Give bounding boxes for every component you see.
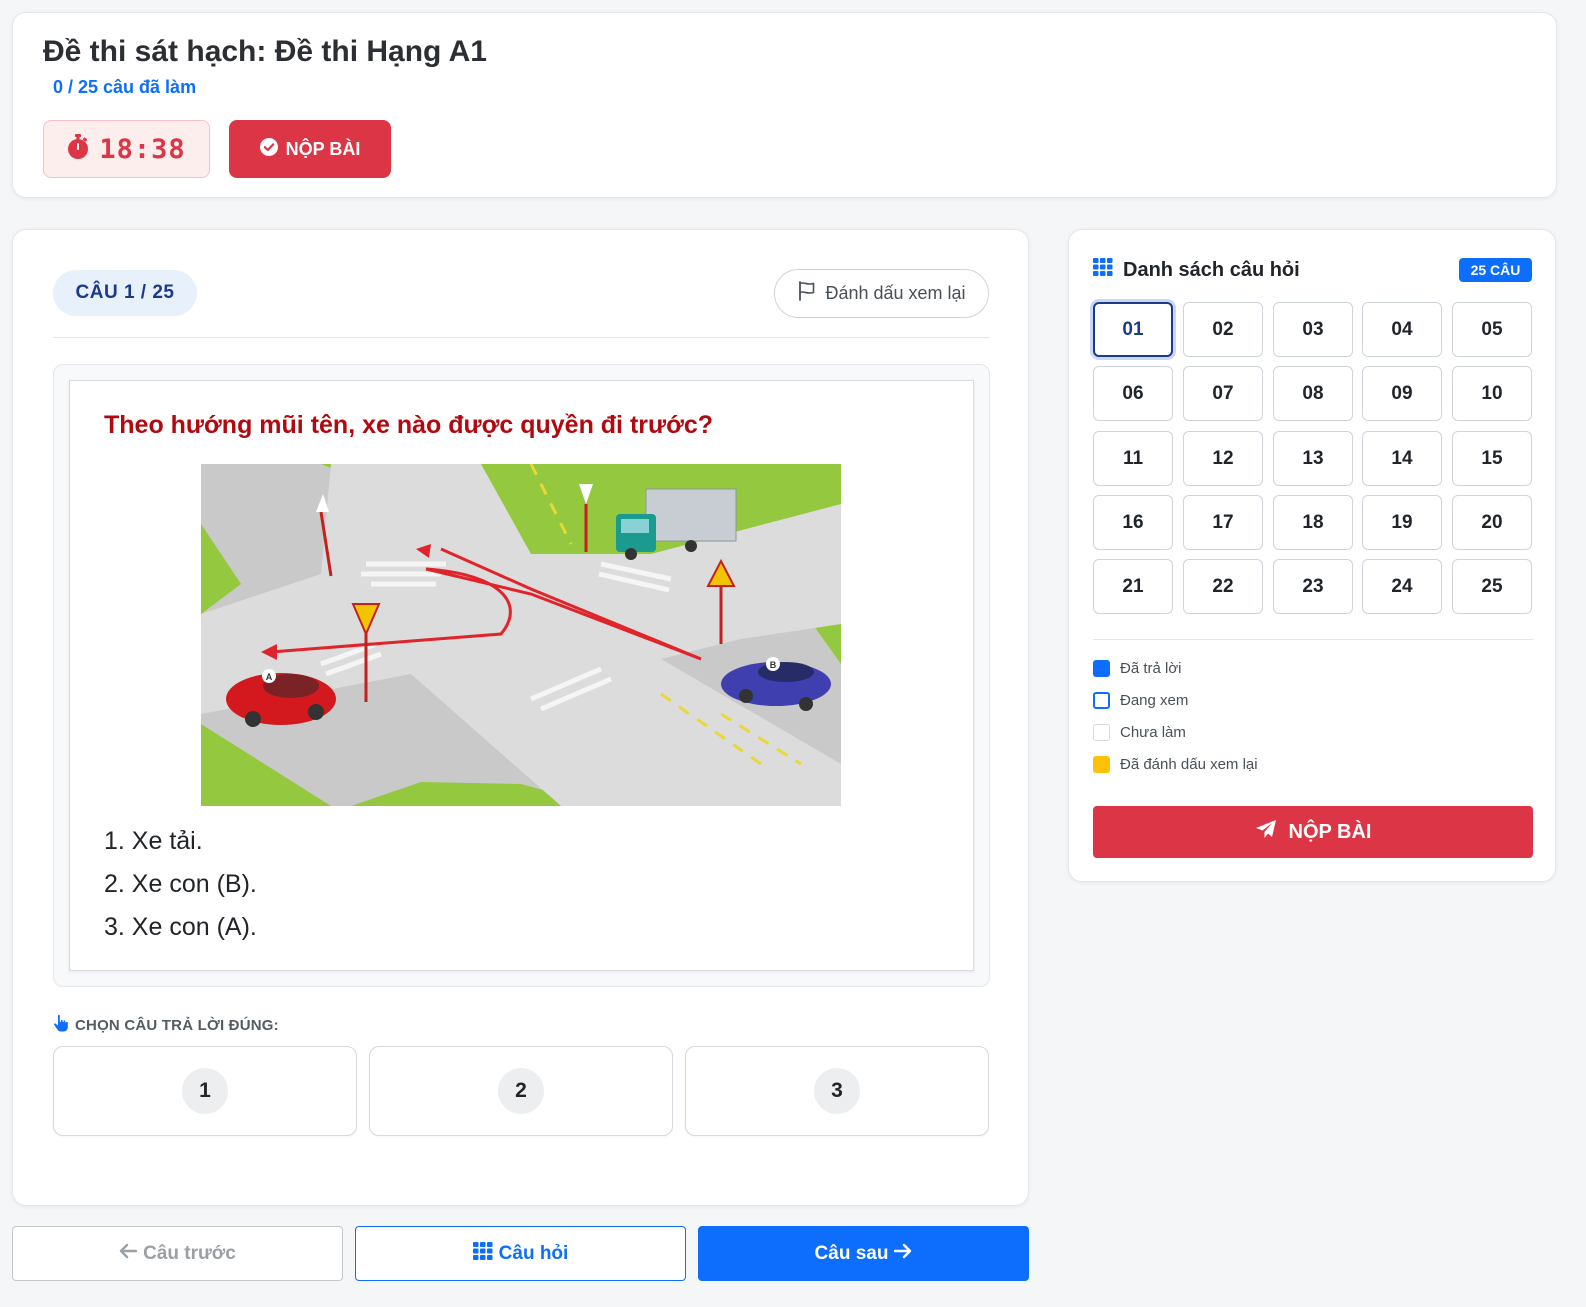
question-nav-24[interactable]: 24 [1362, 559, 1442, 614]
sidebar-submit-label: NỘP BÀI [1288, 820, 1372, 843]
question-nav-02[interactable]: 02 [1183, 302, 1263, 357]
mark-review-label: Đánh dấu xem lại [825, 283, 966, 303]
legend-marked: Đã đánh dấu xem lại [1093, 756, 1258, 773]
exam-header: Đề thi sát hạch: Đề thi Hạng A1 0 / 25 c… [12, 12, 1557, 198]
question-nav-04[interactable]: 04 [1362, 302, 1442, 357]
submit-button-label: NỘP BÀI [285, 138, 361, 159]
car-b-label: B [770, 660, 777, 670]
legend-not-done: Chưa làm [1093, 724, 1186, 741]
legend-swatch [1093, 756, 1110, 773]
answer-number: 3 [814, 1068, 860, 1114]
question-grid: 01 02 03 04 05 06 07 08 09 10 11 12 13 14 15 16 17 18 19 20… [1093, 302, 1533, 614]
hand-pointer-icon [53, 1014, 69, 1036]
grid-icon [1093, 258, 1113, 282]
choose-answer-text: CHỌN CÂU TRẢ LỜI ĐÚNG: [75, 1016, 279, 1034]
legend-label: Chưa làm [1120, 724, 1186, 741]
question-count-badge: 25 CÂU [1459, 258, 1532, 282]
question-nav-22[interactable]: 22 [1183, 559, 1263, 614]
answer-number: 2 [498, 1068, 544, 1114]
option-line-2: 2. Xe con (B). [104, 870, 257, 898]
previous-question-button[interactable]: Câu trước [12, 1226, 343, 1281]
arrow-right-icon [894, 1243, 912, 1265]
question-nav-15[interactable]: 15 [1452, 431, 1532, 486]
question-list-label: Câu hỏi [498, 1242, 569, 1264]
option-line-3: 3. Xe con (A). [104, 913, 257, 941]
question-text: Theo hướng mũi tên, xe nào được quyền đi… [104, 411, 714, 439]
question-nav-13[interactable]: 13 [1273, 431, 1353, 486]
question-nav-05[interactable]: 05 [1452, 302, 1532, 357]
legend-swatch [1093, 692, 1110, 709]
previous-question-label: Câu trước [143, 1242, 236, 1264]
question-nav-19[interactable]: 19 [1362, 495, 1442, 550]
question-nav-06[interactable]: 06 [1093, 366, 1173, 421]
sidebar-submit-button[interactable]: NỘP BÀI [1093, 806, 1533, 858]
legend-swatch [1093, 660, 1110, 677]
question-list-panel: Danh sách câu hỏi 25 CÂU 01 02 03 04 05 06 07 0… [1068, 229, 1556, 882]
question-nav-01[interactable]: 01 [1093, 302, 1173, 357]
choose-answer-label: CHỌN CÂU TRẢ LỜI ĐÚNG: [53, 1014, 279, 1036]
grid-icon [472, 1241, 493, 1266]
question-nav-21[interactable]: 21 [1093, 559, 1173, 614]
question-nav-03[interactable]: 03 [1273, 302, 1353, 357]
mark-review-button[interactable]: Đánh dấu xem lại [774, 269, 989, 318]
legend-answered: Đã trả lời [1093, 660, 1182, 677]
intersection-illustration: A B [201, 464, 841, 806]
question-list-button[interactable]: Câu hỏi [355, 1226, 686, 1281]
legend-label: Đã trả lời [1120, 660, 1182, 677]
question-nav-12[interactable]: 12 [1183, 431, 1263, 486]
flag-icon [797, 281, 817, 306]
question-nav-07[interactable]: 07 [1183, 366, 1263, 421]
stopwatch-icon [67, 133, 89, 165]
question-card: CÂU 1 / 25 Đánh dấu xem lại Theo hướng m… [12, 229, 1029, 1206]
question-content: Theo hướng mũi tên, xe nào được quyền đi… [69, 380, 974, 971]
question-nav-09[interactable]: 09 [1362, 366, 1442, 421]
divider [53, 337, 990, 338]
page-title: Đề thi sát hạch: Đề thi Hạng A1 [43, 35, 487, 68]
question-nav-11[interactable]: 11 [1093, 431, 1173, 486]
timer: 18:38 [43, 120, 210, 178]
answer-option-1[interactable]: 1 [53, 1046, 357, 1136]
paper-plane-icon [1255, 819, 1277, 845]
question-nav-20[interactable]: 20 [1452, 495, 1532, 550]
question-list-title-text: Danh sách câu hỏi [1123, 258, 1300, 281]
car-a-label: A [266, 672, 273, 682]
progress-text: 0 / 25 câu đã làm [53, 77, 197, 97]
arrow-left-icon [119, 1243, 138, 1265]
question-nav-08[interactable]: 08 [1273, 366, 1353, 421]
next-question-button[interactable]: Câu sau [698, 1226, 1029, 1281]
legend-label: Đang xem [1120, 692, 1189, 709]
question-nav-23[interactable]: 23 [1273, 559, 1353, 614]
legend-swatch [1093, 724, 1110, 741]
question-list-title: Danh sách câu hỏi [1093, 258, 1300, 282]
legend-viewing: Đang xem [1093, 692, 1188, 709]
answer-number: 1 [182, 1068, 228, 1114]
legend-label: Đã đánh dấu xem lại [1120, 756, 1258, 773]
check-circle-icon [259, 137, 278, 161]
divider [1093, 639, 1533, 640]
question-nav-14[interactable]: 14 [1362, 431, 1442, 486]
answer-option-2[interactable]: 2 [369, 1046, 673, 1136]
answer-option-3[interactable]: 3 [685, 1046, 989, 1136]
option-line-1: 1. Xe tải. [104, 827, 203, 855]
question-nav-17[interactable]: 17 [1183, 495, 1263, 550]
submit-button[interactable]: NỘP BÀI [229, 120, 391, 178]
question-nav-10[interactable]: 10 [1452, 366, 1532, 421]
question-counter: CÂU 1 / 25 [53, 270, 197, 316]
question-nav-18[interactable]: 18 [1273, 495, 1353, 550]
next-question-label: Câu sau [814, 1242, 889, 1264]
timer-value: 18:38 [99, 133, 186, 165]
question-nav-25[interactable]: 25 [1452, 559, 1532, 614]
question-nav-16[interactable]: 16 [1093, 495, 1173, 550]
question-panel: Theo hướng mũi tên, xe nào được quyền đi… [53, 364, 990, 987]
